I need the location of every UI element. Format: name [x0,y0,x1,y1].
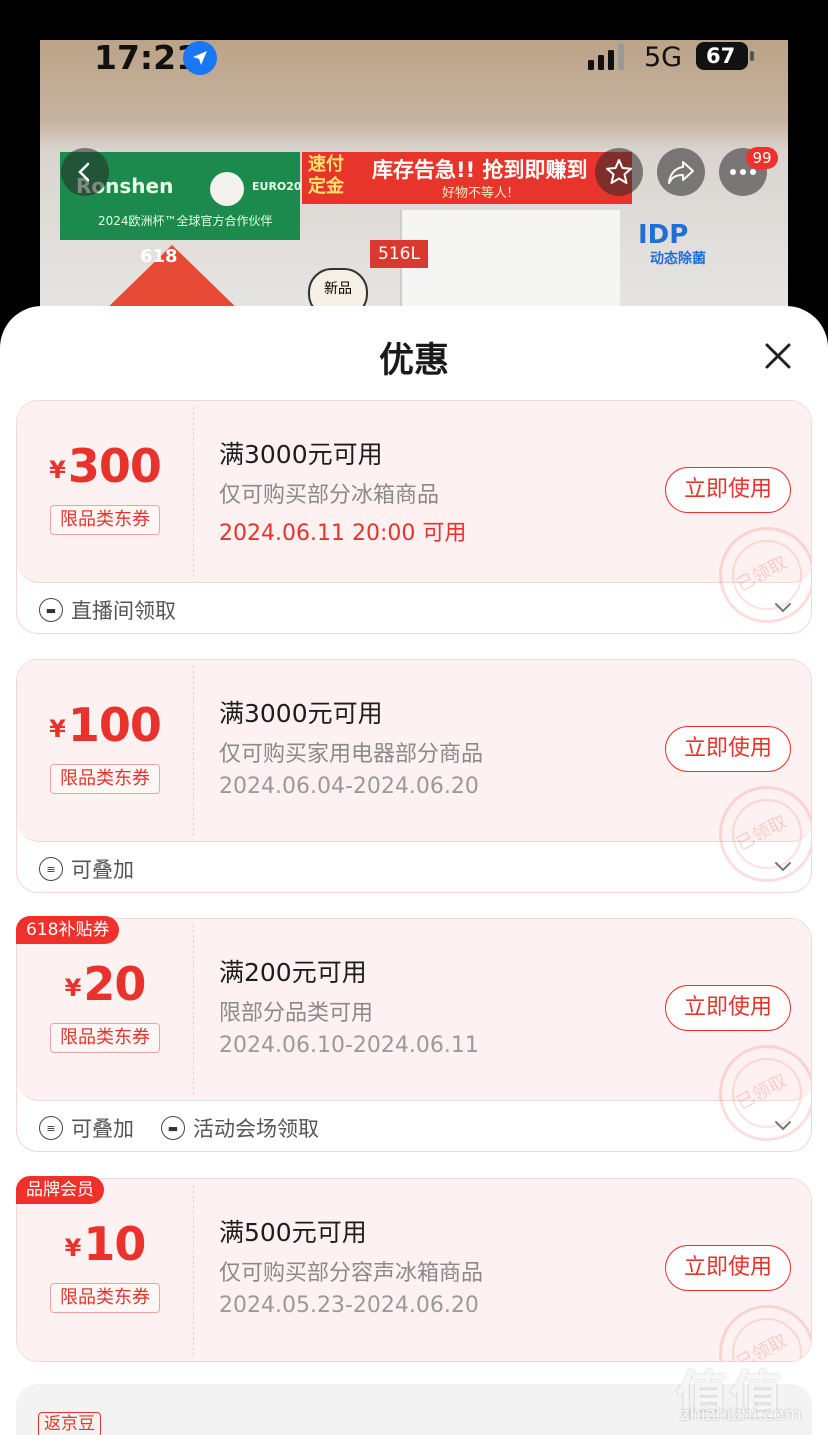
product-backdrop: Ronshen EURO2024 2024欧洲杯™全球官方合作伙伴 速付 定金 … [0,0,828,340]
use-now-button[interactable]: 立即使用 [665,726,791,772]
share-button[interactable] [657,148,705,196]
promo-main: 库存告急!! 抢到即赚到 [372,158,588,182]
coupon-tag: ▬ 活动会场领取 [161,1113,319,1143]
chevron-down-icon[interactable] [773,860,793,874]
coupon-scope: 仅可购买部分容声冰箱商品 [219,1261,484,1286]
coupon-date: 2024.06.04-2024.06.20 [219,774,479,799]
coupon-amount: ¥300 [17,439,193,493]
use-now-button[interactable]: 立即使用 [665,1245,791,1291]
tag-label: 可叠加 [71,858,134,882]
coupon-condition: 满500元可用 [219,1218,367,1247]
tag-label: 直播间领取 [71,599,176,623]
watermark-site: zhizhizhi.com [680,1404,802,1425]
close-button[interactable] [758,336,798,376]
coupon-scope: 仅可购买部分冰箱商品 [219,483,440,508]
amount-value: 100 [67,698,162,752]
coupon-body: ¥300 限品类东券 满3000元可用 仅可购买部分冰箱商品 2024.06.1… [17,401,811,623]
coupon-amount: ¥20 [17,957,193,1011]
chevron-down-icon[interactable] [773,601,793,615]
dashed-divider [193,1185,194,1355]
coupon-card: ¥10 限品类东券 满500元可用 仅可购买部分容声冰箱商品 2024.05.2… [16,1178,812,1362]
amount-value: 300 [67,439,162,493]
coupon-footer[interactable]: ≡ 可叠加 [17,842,811,892]
coupon-date: 2024.06.11 20:00 可用 [219,521,467,546]
coupon-body: ¥20 限品类东券 满200元可用 限部分品类可用 2024.06.10-202… [17,919,811,1141]
618-badge: 618 [140,246,178,267]
partner-text: 2024欧洲杯™全球官方合作伙伴 [98,214,273,228]
tag-label: 可叠加 [71,1117,134,1141]
coupon-corner-badge: 品牌会员 [16,1176,104,1204]
coupon-tag: ≡ 可叠加 [39,1113,134,1143]
coupon-condition: 满200元可用 [219,958,367,987]
stackable-icon: ≡ [39,857,63,881]
coupon-condition: 满3000元可用 [219,440,383,469]
idp-sub: 动态除菌 [650,251,706,267]
currency-symbol: ¥ [64,1234,82,1262]
amount-value: 20 [83,957,146,1011]
coupon-body: ¥100 限品类东券 满3000元可用 仅可购买家用电器部分商品 2024.06… [17,660,811,882]
tag-label: 活动会场领取 [193,1117,319,1141]
coupon-tag: ≡ 可叠加 [39,854,134,884]
dashed-divider [193,666,194,836]
coupon-card: ¥300 限品类东券 满3000元可用 仅可购买部分冰箱商品 2024.06.1… [16,400,812,634]
coupon-date: 2024.06.10-2024.06.11 [219,1033,479,1058]
use-now-button[interactable]: 立即使用 [665,985,791,1031]
euro-logo [210,172,244,206]
notification-badge: 99 [746,147,778,169]
coupon-footer[interactable]: ▬ 直播间领取 [17,583,811,633]
coupon-scope: 仅可购买家用电器部分商品 [219,742,484,767]
favorite-star-button[interactable] [595,148,643,196]
promo-left: 速付 定金 [308,154,344,197]
dashed-divider [193,407,194,577]
location-arrow-icon [183,41,217,75]
coupon-type-label: 限品类东券 [50,764,160,794]
coupon-card: ¥100 限品类东券 满3000元可用 仅可购买家用电器部分商品 2024.06… [16,659,812,893]
close-icon [765,343,791,369]
coupon-corner-badge: 618补贴券 [16,916,120,944]
coupon-body: ¥10 限品类东券 满500元可用 仅可购买部分容声冰箱商品 2024.05.2… [17,1179,811,1361]
coupon-amount: ¥100 [17,698,193,752]
coupon-type-label: 限品类东券 [50,1283,160,1313]
battery-icon: 67 [696,42,748,70]
promo-sub: 好物不等人! [442,186,513,201]
return-jingdou-badge: 返京豆 [38,1412,101,1435]
live-ticket-icon: ▬ [161,1116,185,1140]
coupon-footer[interactable]: ≡ 可叠加 ▬ 活动会场领取 [17,1101,811,1151]
coupon-amount: ¥10 [17,1217,193,1271]
network-label: 5G [644,42,683,73]
back-button[interactable] [61,148,109,196]
chevron-down-icon[interactable] [773,1119,793,1133]
coupon-type-label: 限品类东券 [50,505,160,535]
currency-symbol: ¥ [49,456,66,484]
battery-tip [750,51,754,61]
coupon-sheet: 优惠 ¥300 限品类东券 满3000元可用 仅可购买部分冰箱商品 2024.0… [0,306,828,1435]
dashed-divider [193,925,194,1095]
coupon-condition: 满3000元可用 [219,699,383,728]
currency-symbol: ¥ [64,974,82,1002]
live-ticket-icon: ▬ [39,598,63,622]
coupon-card: ¥20 限品类东券 满200元可用 限部分品类可用 2024.06.10-202… [16,918,812,1152]
sheet-title: 优惠 [378,341,449,381]
use-now-button[interactable]: 立即使用 [665,467,791,513]
signal-icon [588,44,630,74]
capacity-label: 516L [370,240,428,268]
amount-value: 10 [83,1217,146,1271]
coupon-type-label: 限品类东券 [50,1023,160,1053]
coupon-scope: 限部分品类可用 [219,1001,374,1026]
coupon-date: 2024.05.23-2024.06.20 [219,1293,479,1318]
stackable-icon: ≡ [39,1116,63,1140]
idp-logo: IDP [638,220,689,250]
coupon-tag: ▬ 直播间领取 [39,595,176,625]
promo-banner: 速付 定金 库存告急!! 抢到即赚到 好物不等人! [302,152,632,204]
currency-symbol: ¥ [49,715,66,743]
